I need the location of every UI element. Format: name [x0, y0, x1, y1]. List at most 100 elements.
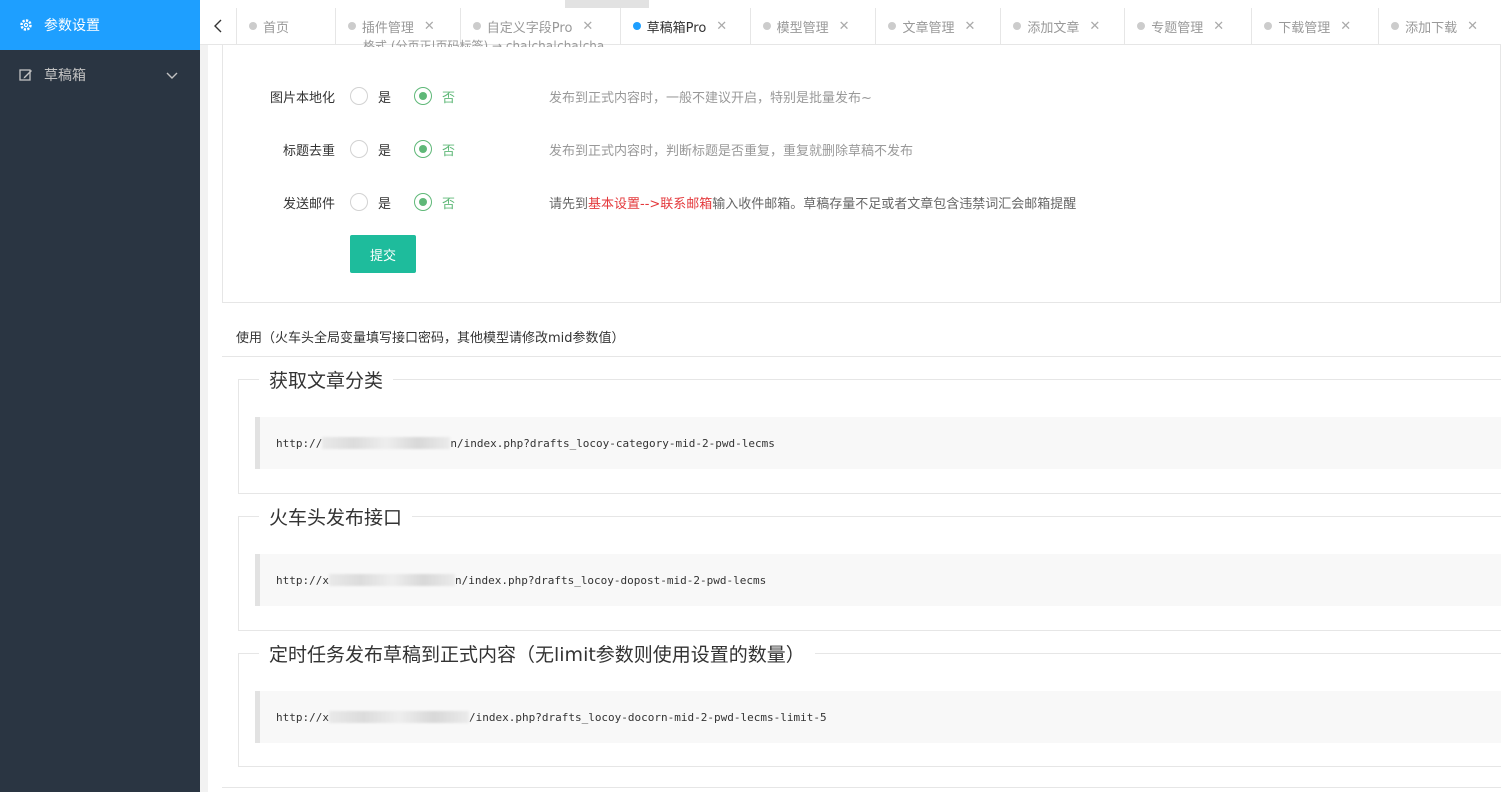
submit-button[interactable]: 提交 [350, 235, 416, 273]
chevron-down-icon [166, 68, 178, 84]
tab-dot [248, 22, 257, 30]
form-hint: 发布到正式内容时，一般不建议开启，特别是批量发布~ [549, 90, 872, 106]
sidebar-item-label: 参数设置 [44, 18, 100, 34]
tab-dot [1013, 22, 1022, 30]
radio-circle [414, 140, 432, 158]
tab-label: 首页 [262, 20, 289, 36]
radio-no[interactable]: 否 [414, 87, 455, 106]
close-icon[interactable]: ✕ [1213, 19, 1224, 34]
tab-home[interactable]: 首页 [237, 8, 336, 44]
radio-label: 否 [442, 90, 456, 106]
chevron-left-icon [213, 19, 222, 33]
radio-yes[interactable]: 是 [350, 87, 391, 106]
url-suffix: /index.php?drafts_locoy-docorn-mid-2-pwd… [468, 710, 827, 724]
url-prefix: http:// [276, 436, 323, 450]
tab-label: 模型管理 [776, 20, 829, 36]
tab-add-article[interactable]: 添加文章 ✕ [1001, 8, 1126, 44]
fieldset-locoy-publish: 火车头发布接口 http://x n/index.php?drafts_locoy… [238, 503, 1501, 631]
tab-articles[interactable]: 文章管理 ✕ [876, 8, 1002, 44]
redacted-domain [322, 437, 451, 449]
settings-form: 格式 (分页正|页码标签) → cha|cha|cha|cha 图片本地化 是 … [222, 39, 1501, 303]
radio-label: 否 [442, 196, 456, 212]
url-prefix: http://x [276, 573, 329, 587]
tab-dot [762, 22, 771, 30]
tab-downloads[interactable]: 下载管理 ✕ [1252, 8, 1380, 44]
hint-prefix: 请先到 [549, 196, 589, 212]
form-row-image-localize: 图片本地化 是 否 发布到正式内容时，一般不建议开启，特别是批量发布~ [223, 83, 1501, 109]
redacted-domain [328, 574, 455, 586]
api-url-code[interactable]: http:// n/index.php?drafts_locoy-category… [255, 417, 1501, 469]
api-url-code[interactable]: http://x/index.php?drafts_locoy-docorn-m… [255, 691, 1501, 743]
radio-no[interactable]: 否 [414, 140, 455, 159]
tab-dot [1137, 22, 1146, 30]
tab-models[interactable]: 模型管理 ✕ [751, 8, 877, 44]
radio-label: 否 [442, 143, 456, 159]
tab-topics[interactable]: 专题管理 ✕ [1125, 8, 1253, 44]
tab-label: 草稿箱Pro [646, 20, 707, 36]
tab-top-strip [200, 0, 1501, 8]
form-label: 标题去重 [282, 143, 335, 159]
radio-yes[interactable]: 是 [350, 140, 391, 159]
tab-add-download[interactable]: 添加下载 ✕ [1379, 8, 1501, 44]
tab-scroll-left-button[interactable] [200, 8, 237, 44]
radio-circle [350, 193, 368, 211]
tab-dot [888, 22, 897, 30]
close-icon[interactable]: ✕ [1467, 19, 1478, 34]
sidebar: 参数设置 草稿箱 [0, 0, 200, 792]
tab-label: 文章管理 [902, 20, 955, 36]
content-card: 格式 (分页正|页码标签) → cha|cha|cha|cha 图片本地化 是 … [208, 39, 1501, 792]
close-icon[interactable]: ✕ [582, 19, 593, 34]
sidebar-item-drafts[interactable]: 草稿箱 [0, 50, 200, 100]
api-url-code[interactable]: http://x n/index.php?drafts_locoy-dopost-… [255, 554, 1501, 606]
tab-drafts-pro[interactable]: 草稿箱Pro ✕ [621, 8, 751, 44]
radio-circle [414, 193, 432, 211]
tab-dot [1264, 22, 1273, 30]
tab-label: 专题管理 [1151, 20, 1204, 36]
tab-label: 下载管理 [1278, 20, 1331, 36]
tab-dot [632, 22, 641, 30]
form-row-title-dedup: 标题去重 是 否 发布到正式内容时，判断标题是否重复，重复就删除草稿不发布 [223, 136, 1501, 162]
fieldset-legend: 获取文章分类 [259, 366, 394, 393]
tab-label: 添加文章 [1027, 20, 1080, 36]
fieldset-scheduled-publish: 定时任务发布草稿到正式内容（无limit参数则使用设置的数量） http://x… [238, 640, 1501, 767]
clipped-hint-text: 格式 (分页正|页码标签) → cha|cha|cha|cha [363, 39, 605, 47]
fieldset-get-category: 获取文章分类 http:// n/index.php?drafts_locoy-c… [238, 366, 1501, 494]
sidebar-item-params[interactable]: 参数设置 [0, 0, 200, 50]
form-hint: 请先到基本设置-->联系邮箱输入收件邮箱。草稿存量不足或者文章包含违禁词汇会邮箱… [549, 193, 1076, 212]
tab-dot [472, 22, 481, 30]
close-icon[interactable]: ✕ [839, 19, 850, 34]
close-icon[interactable]: ✕ [964, 19, 975, 34]
close-icon[interactable]: ✕ [424, 19, 435, 34]
tab-label: 插件管理 [361, 20, 414, 36]
close-icon[interactable]: ✕ [716, 19, 727, 34]
url-suffix: n/index.php?drafts_locoy-category-mid-2-… [450, 436, 775, 450]
tab-dot [347, 22, 356, 30]
active-tab-indicator [565, 0, 649, 8]
fieldset-legend: 定时任务发布草稿到正式内容（无limit参数则使用设置的数量） [259, 640, 815, 667]
form-row-send-email: 发送邮件 是 否 请先到基本设置-->联系邮箱输入收件邮箱。草稿存量不足或者文章… [223, 189, 1501, 215]
radio-label: 是 [378, 196, 392, 212]
sidebar-item-label: 草稿箱 [44, 68, 86, 84]
close-icon[interactable]: ✕ [1340, 19, 1351, 34]
close-icon[interactable]: ✕ [1089, 19, 1100, 34]
tab-label: 添加下载 [1405, 20, 1458, 36]
divider [222, 787, 1501, 788]
radio-circle [350, 140, 368, 158]
form-label: 图片本地化 [269, 90, 335, 106]
url-prefix: http://x [276, 710, 329, 724]
usage-title: 使用（火车头全局变量填写接口密码，其他模型请修改mid参数值） [236, 331, 625, 346]
tab-label: 自定义字段Pro [486, 20, 573, 36]
edit-icon [18, 67, 34, 83]
hint-suffix: 输入收件邮箱。草稿存量不足或者文章包含违禁词汇会邮箱提醒 [712, 196, 1077, 212]
url-suffix: n/index.php?drafts_locoy-dopost-mid-2-pw… [454, 573, 767, 587]
fieldset-legend: 火车头发布接口 [259, 503, 413, 530]
radio-yes[interactable]: 是 [350, 193, 391, 212]
form-hint: 发布到正式内容时，判断标题是否重复，重复就删除草稿不发布 [549, 143, 914, 159]
radio-circle [414, 87, 432, 105]
radio-no[interactable]: 否 [414, 193, 455, 212]
radio-label: 是 [378, 143, 392, 159]
tab-dot [1391, 22, 1400, 30]
radio-label: 是 [378, 90, 392, 106]
hint-link-contact-email[interactable]: 基本设置-->联系邮箱 [588, 197, 712, 212]
divider [222, 356, 1501, 357]
